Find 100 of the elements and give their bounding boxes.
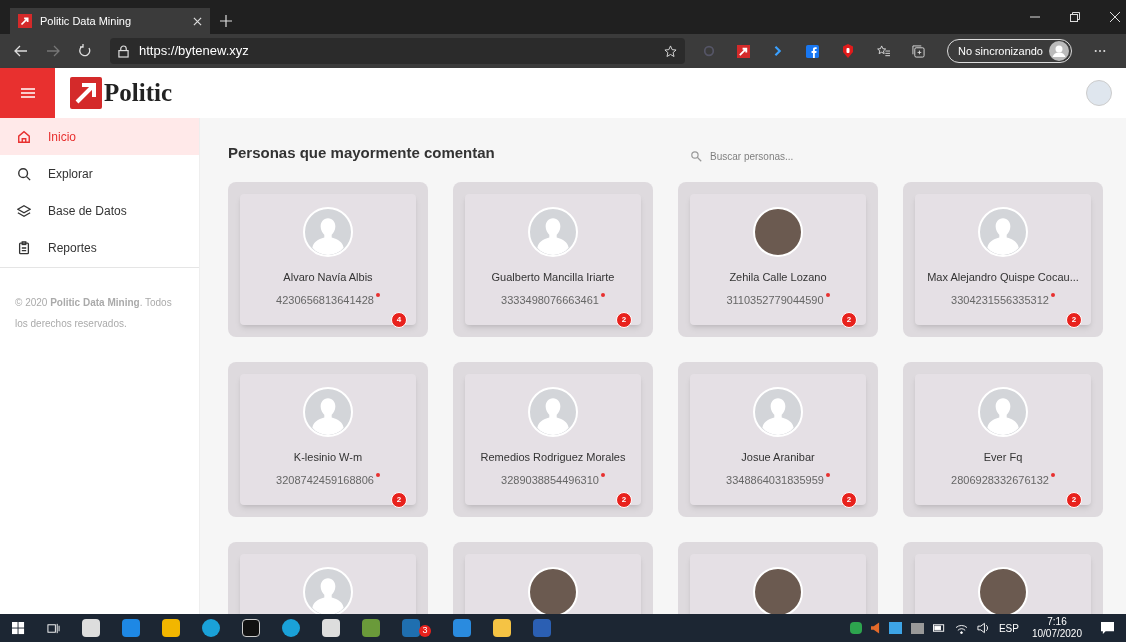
monitor-icon[interactable] [910, 622, 924, 634]
edge-icon[interactable] [282, 619, 300, 637]
speaker-icon[interactable] [870, 622, 880, 634]
app-icon[interactable] [322, 619, 340, 637]
person-card[interactable]: Remedios Rodriguez Morales 3289038854496310 2 [453, 362, 653, 517]
home-icon [17, 129, 31, 144]
favorites-icon[interactable] [877, 44, 890, 58]
person-id: 3289038854496310 [501, 472, 599, 488]
person-name: Zehila Calle Lozano [728, 270, 828, 285]
menu-button[interactable] [0, 68, 55, 118]
person-card[interactable]: Max Alejandro Quispe Cocau... 3304231556335312 2 [903, 182, 1103, 337]
person-card[interactable]: Gualberto Mancilla Iriarte 3333498076663461 2 [453, 182, 653, 337]
notepad-icon[interactable] [362, 619, 380, 637]
more-icon[interactable] [1094, 49, 1106, 53]
close-icon[interactable] [1110, 12, 1120, 22]
lock-icon [118, 44, 129, 58]
person-card[interactable]: Zehila Calle Lozano 3110352779044590 2 [678, 182, 878, 337]
person-name: Gualberto Mancilla Iriarte [490, 270, 616, 285]
person-id: 3304231556335312 [951, 292, 1049, 308]
clipboard-icon [17, 240, 31, 255]
person-name: K-lesinio W-m [292, 450, 364, 465]
comment-count-badge: 2 [1066, 312, 1082, 328]
clock-time: 7:16 [1047, 616, 1067, 628]
language-indicator[interactable]: ESP [998, 620, 1019, 636]
person-name: Josue Aranibar [740, 450, 816, 465]
default-avatar-icon [528, 207, 578, 257]
comment-count-badge: 4 [391, 312, 407, 328]
mail-icon[interactable] [122, 619, 140, 637]
comment-count-badge: 2 [391, 492, 407, 508]
person-name: Remedios Rodriguez Morales [479, 450, 627, 465]
person-card[interactable]: Ever Fq 2806928332676132 2 [903, 362, 1103, 517]
forward-arrow-icon[interactable] [46, 44, 60, 58]
windows-start-icon[interactable] [12, 621, 25, 635]
url-text: https://bytenew.xyz [139, 42, 250, 61]
user-avatar-icon [1049, 41, 1069, 61]
person-id: 3110352779044590 [726, 292, 824, 308]
app-icon[interactable] [82, 619, 100, 637]
clock-date: 10/07/2020 [1031, 628, 1082, 640]
back-arrow-icon[interactable] [14, 44, 28, 58]
star-icon[interactable] [664, 44, 677, 58]
edge-icon[interactable] [202, 619, 220, 637]
battery-icon[interactable] [932, 624, 946, 632]
default-avatar-icon [753, 387, 803, 437]
new-tab-icon[interactable] [220, 15, 232, 27]
volume-icon[interactable] [976, 622, 990, 634]
extension-icon[interactable] [737, 44, 750, 58]
photo-placeholder [528, 567, 578, 614]
person-name: Alvaro Navía Albis [282, 270, 374, 285]
task-view-icon[interactable] [47, 621, 60, 635]
photo-placeholder [753, 567, 803, 614]
default-avatar-icon [303, 207, 353, 257]
refresh-icon[interactable] [78, 44, 92, 58]
default-avatar-icon [303, 387, 353, 437]
tab-title: Politic Data Mining [40, 13, 133, 29]
app-logo-icon [18, 14, 32, 28]
menu-icon [20, 88, 35, 98]
code-editor-icon[interactable] [453, 619, 471, 637]
person-id: 3333498076663461 [501, 292, 599, 308]
logo-text: Politic [104, 78, 173, 109]
wifi-icon[interactable] [954, 622, 968, 634]
person-id: 3348864031835959 [726, 472, 824, 488]
default-avatar-icon [978, 207, 1028, 257]
person-name: Max Alejandro Quispe Cocau... [926, 270, 1080, 285]
sidebar-item[interactable]: Inicio [0, 118, 199, 155]
person-card[interactable]: K-lesinio W-m 3208742459168806 2 [228, 362, 428, 517]
search-icon [17, 166, 31, 181]
copyright-text: © 2020 Politic Data Mining. Todos los derechos reservados. [14, 296, 173, 331]
photo-placeholder [753, 207, 803, 257]
close-icon[interactable] [193, 16, 202, 26]
search-icon [691, 150, 702, 162]
comment-count-badge: 2 [616, 492, 632, 508]
default-avatar-icon [978, 387, 1028, 437]
person-id: 4230656813641428 [276, 292, 374, 308]
terminal-icon[interactable] [242, 619, 260, 637]
search-field[interactable]: Buscar personas... [710, 148, 910, 164]
store-icon[interactable] [162, 619, 180, 637]
person-id: 2806928332676132 [951, 472, 1049, 488]
person-card[interactable]: Alvaro Navía Albis 4230656813641428 4 [228, 182, 428, 337]
comment-count-badge: 2 [616, 312, 632, 328]
shield-icon[interactable] [849, 622, 862, 634]
folder-icon[interactable] [493, 619, 511, 637]
collections-icon[interactable] [912, 44, 925, 58]
app-tray-icon[interactable] [888, 622, 902, 634]
restore-icon[interactable] [1070, 12, 1080, 22]
chevron-icon[interactable] [772, 45, 784, 57]
browser-tab[interactable]: Politic Data Mining [10, 8, 210, 34]
comment-count-badge: 2 [841, 492, 857, 508]
section-heading: Personas que mayormente comentan [228, 142, 496, 163]
default-avatar-icon [303, 567, 353, 614]
address-bar[interactable]: https://bytenew.xyz [110, 38, 685, 64]
facebook-icon[interactable] [806, 44, 819, 58]
person-card[interactable]: Josue Aranibar 3348864031835959 2 [678, 362, 878, 517]
default-avatar-icon [528, 387, 578, 437]
person-id: 3208742459168806 [276, 472, 374, 488]
sidebar-item[interactable]: Reportes [0, 229, 199, 266]
sidebar-item[interactable]: Explorar [0, 155, 199, 192]
notifications-icon[interactable] [1101, 621, 1114, 635]
person-name: Ever Fq [982, 450, 1024, 465]
photo-placeholder [978, 567, 1028, 614]
sidebar-item[interactable]: Base de Datos [0, 192, 199, 229]
